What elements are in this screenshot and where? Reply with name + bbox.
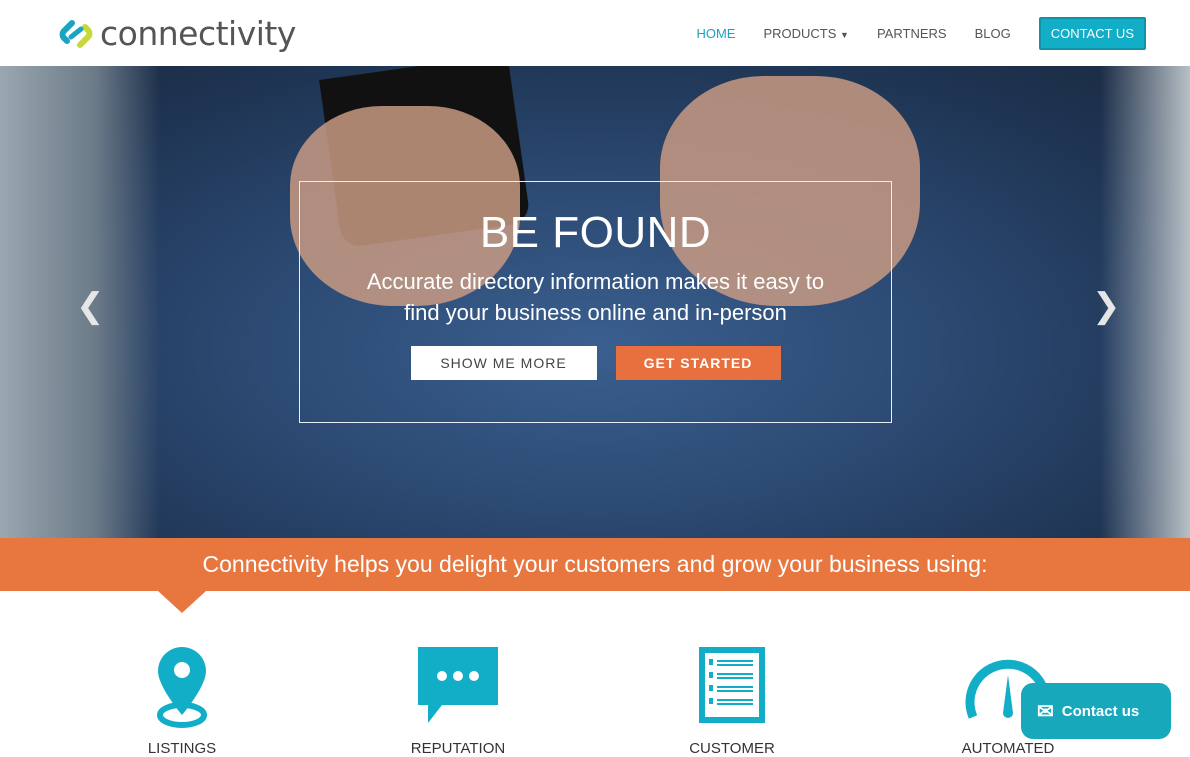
feature-label: LISTINGS <box>147 740 217 757</box>
contact-us-chat-widget[interactable]: ✉ Contact us <box>1021 683 1171 739</box>
nav-partners[interactable]: PARTNERS <box>877 26 947 41</box>
next-slide-arrow[interactable]: ❯ <box>1092 286 1121 326</box>
prev-slide-arrow[interactable]: ❮ <box>76 286 105 326</box>
feature-label: AUTOMATED <box>961 740 1055 757</box>
caret-down-icon: ▼ <box>840 30 849 40</box>
hero-carousel: ❮ ❯ BE FOUND Accurate directory informat… <box>0 66 1190 538</box>
logo[interactable]: connectivity <box>58 14 296 53</box>
map-pin-icon <box>157 647 207 728</box>
hero-subtitle: Accurate directory information makes it … <box>300 266 891 328</box>
logo-icon <box>59 19 93 48</box>
get-started-button[interactable]: GET STARTED <box>615 346 781 380</box>
hero-caption-box: BE FOUND Accurate directory information … <box>299 181 892 423</box>
hero-title: BE FOUND <box>479 208 712 257</box>
contact-us-button[interactable]: CONTACT US <box>1038 17 1146 50</box>
nav-products[interactable]: PRODUCTS ▼ <box>763 26 849 41</box>
chat-label: Contact us <box>1061 702 1140 720</box>
feature-customer[interactable]: CUSTOMER <box>652 645 812 757</box>
value-band: Connectivity helps you delight your cust… <box>0 538 1190 591</box>
feature-listings[interactable]: LISTINGS <box>102 645 262 757</box>
customer-list-icon <box>699 647 765 723</box>
chat-bubble-icon <box>418 647 498 723</box>
hero-subtitle-line2: find your business online and in-person <box>404 300 787 325</box>
top-nav: connectivity HOME PRODUCTS ▼ PARTNERS BL… <box>0 0 1190 66</box>
show-me-more-button[interactable]: SHOW ME MORE <box>410 346 597 380</box>
nav-blog[interactable]: BLOG <box>975 26 1011 41</box>
nav-home[interactable]: HOME <box>696 26 735 41</box>
band-notch <box>158 591 206 613</box>
logo-text: connectivity <box>100 14 296 53</box>
hero-subtitle-line1: Accurate directory information makes it … <box>366 269 825 294</box>
envelope-icon: ✉ <box>1037 700 1054 723</box>
feature-label: REPUTATION <box>410 740 506 757</box>
feature-reputation[interactable]: REPUTATION <box>378 645 538 757</box>
nav-products-label: PRODUCTS <box>763 26 837 41</box>
feature-label: CUSTOMER <box>689 740 775 757</box>
